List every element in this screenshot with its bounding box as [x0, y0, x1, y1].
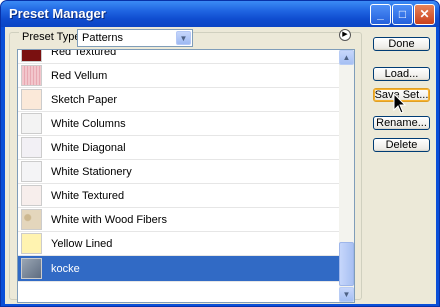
pattern-thumbnail	[21, 137, 42, 158]
scroll-up-icon[interactable]: ▲	[339, 50, 354, 65]
scrollbar-thumb[interactable]	[339, 242, 354, 286]
list-item-label: Sketch Paper	[51, 94, 118, 106]
list-item[interactable]: kocke	[18, 256, 340, 282]
list-item-label: White Stationery	[51, 166, 132, 178]
pattern-thumbnail	[21, 258, 42, 279]
list-item[interactable]: Sketch Paper	[18, 88, 340, 112]
vertical-scrollbar[interactable]: ▲ ▼	[339, 50, 354, 302]
title-bar[interactable]: Preset Manager _ □ ✕	[1, 1, 439, 27]
chevron-down-icon[interactable]: ▼	[176, 31, 191, 45]
list-item[interactable]: White Stationery	[18, 160, 340, 184]
window-title: Preset Manager	[9, 6, 106, 21]
pattern-thumbnail	[21, 233, 42, 254]
close-button[interactable]: ✕	[414, 4, 435, 25]
dialog-body: Preset Type: Patterns ▼ ▶ Red Textured R…	[5, 27, 436, 304]
list-item-label: Red Vellum	[51, 70, 108, 82]
list-item-label: White Textured	[51, 190, 125, 202]
pattern-thumbnail	[21, 65, 42, 86]
list-item[interactable]: White Diagonal	[18, 136, 340, 160]
list-item-label: Yellow Lined	[51, 238, 113, 250]
pattern-thumbnail	[21, 209, 42, 230]
list-item[interactable]: Red Textured	[18, 49, 340, 64]
mouse-cursor-icon	[393, 93, 407, 114]
list-item-label: White Diagonal	[51, 142, 126, 154]
delete-button[interactable]: Delete	[373, 138, 430, 152]
done-button[interactable]: Done	[373, 37, 430, 51]
pattern-thumbnail	[21, 185, 42, 206]
list-item[interactable]: Yellow Lined	[18, 232, 340, 256]
load-button[interactable]: Load...	[373, 67, 430, 81]
pattern-thumbnail	[21, 89, 42, 110]
preset-type-select[interactable]: Patterns ▼	[77, 29, 193, 47]
flyout-menu-icon[interactable]: ▶	[339, 29, 351, 41]
pattern-thumbnail	[21, 113, 42, 134]
preset-list[interactable]: Red Textured Red Vellum Sketch Paper Whi…	[17, 49, 355, 303]
minimize-button[interactable]: _	[370, 4, 391, 25]
list-item[interactable]: Red Vellum	[18, 64, 340, 88]
list-item[interactable]: White with Wood Fibers	[18, 208, 340, 232]
pattern-thumbnail	[21, 161, 42, 182]
maximize-button[interactable]: □	[392, 4, 413, 25]
list-item-label: Red Textured	[51, 49, 117, 58]
list-item-label: kocke	[51, 263, 80, 275]
list-item-label: White with Wood Fibers	[51, 214, 167, 226]
scroll-down-icon[interactable]: ▼	[339, 287, 354, 302]
list-item-label: White Columns	[51, 118, 126, 130]
preset-type-value: Patterns	[82, 32, 123, 44]
list-item[interactable]: White Columns	[18, 112, 340, 136]
pattern-thumbnail	[21, 50, 42, 62]
rename-button[interactable]: Rename...	[373, 116, 430, 130]
list-item[interactable]: White Textured	[18, 184, 340, 208]
preset-manager-window: Preset Manager _ □ ✕ Preset Type: Patter…	[0, 0, 440, 307]
